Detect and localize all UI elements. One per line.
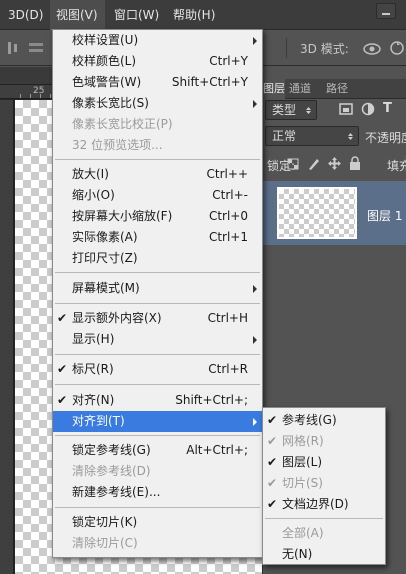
ruler-tick-label: 25: [33, 86, 45, 96]
menu-item-lock-slices[interactable]: 锁定切片(K): [53, 512, 262, 533]
checkmark-icon: ✔: [267, 413, 278, 427]
filter-pixel-icon[interactable]: [339, 102, 353, 116]
menu-separator: [55, 435, 260, 436]
menu-item-print-size[interactable]: 打印尺寸(Z): [53, 248, 262, 269]
menu-item-lock-guides[interactable]: 锁定参考线(G) Alt+Ctrl+;: [53, 440, 262, 461]
submenu-item-none[interactable]: 无(N): [263, 544, 385, 565]
menu-separator: [55, 303, 260, 304]
fill-label: 填充: [387, 159, 406, 173]
checkmark-icon: ✔: [267, 434, 278, 448]
submenu-item-grid: ✔ 网格(R): [263, 431, 385, 452]
tab-channels[interactable]: 通道: [285, 79, 315, 99]
layer-filter-select[interactable]: 类型: [265, 100, 317, 120]
menu-item-new-guide[interactable]: 新建参考线(E)...: [53, 482, 262, 503]
menu-separator: [265, 518, 383, 519]
tab-paths[interactable]: 路径: [319, 79, 355, 99]
menu-item-zoom-out[interactable]: 缩小(O) Ctrl+-: [53, 185, 262, 206]
opacity-label: 不透明度: [365, 131, 406, 145]
menu-item-proof-colors[interactable]: 校样颜色(L) Ctrl+Y: [53, 51, 262, 72]
submenu-item-guides[interactable]: ✔ 参考线(G): [263, 410, 385, 431]
menu-bar: 3D(D) 视图(V) 窗口(W) 帮助(H): [0, 0, 406, 30]
menu-item-clear-slices: 清除切片(C): [72, 536, 138, 550]
lock-brush-icon[interactable]: [307, 157, 321, 171]
options-divider: [286, 38, 287, 58]
blend-mode-select[interactable]: 正常: [265, 126, 359, 146]
vertical-ruler[interactable]: [0, 100, 14, 574]
menu-item-fit-on-screen[interactable]: 按屏幕大小缩放(F) Ctrl+0: [53, 206, 262, 227]
checkmark-icon: ✔: [57, 311, 68, 325]
menu-item-actual-pixels[interactable]: 实际像素(A) Ctrl+1: [53, 227, 262, 248]
menu-item-snap[interactable]: ✔ 对齐(N) Shift+Ctrl+;: [53, 390, 262, 411]
menu-item-clear-guides: 清除参考线(D): [72, 464, 151, 478]
menu-item-rulers[interactable]: ✔ 标尺(R) Ctrl+R: [53, 359, 262, 380]
submenu-item-slices: ✔ 切片(S): [263, 473, 385, 494]
checkmark-icon: ✔: [267, 497, 278, 511]
3d-orbit-icon[interactable]: [362, 39, 382, 57]
submenu-arrow-icon: [253, 336, 257, 344]
checkmark-icon: ✔: [267, 455, 278, 469]
view-menu: 校样设置(U) 校样颜色(L) Ctrl+Y 色域警告(W) Shift+Ctrl+…: [52, 29, 263, 558]
layer-thumbnail: [277, 187, 357, 239]
menu-item-gamut-warning[interactable]: 色域警告(W) Shift+Ctrl+Y: [53, 72, 262, 93]
checkmark-icon: ✔: [57, 362, 68, 376]
lock-transparent-icon[interactable]: [287, 158, 299, 170]
snap-to-submenu: ✔ 参考线(G) ✔ 网格(R) ✔ 图层(L) ✔ 切片(S) ✔ 文档边界(D) 全部…: [262, 407, 386, 565]
submenu-item-layers[interactable]: ✔ 图层(L): [263, 452, 385, 473]
panel-tabs: 图层 通道 路径: [263, 79, 406, 99]
3d-rotate-icon[interactable]: [388, 39, 406, 57]
menu-item-show[interactable]: 显示(H): [53, 329, 262, 350]
menu-item-pixel-aspect-ratio[interactable]: 像素长宽比(S): [53, 93, 262, 114]
submenu-arrow-icon: [253, 285, 257, 293]
menu-item-show-extras[interactable]: ✔ 显示额外内容(X) Ctrl+H: [53, 308, 262, 329]
submenu-item-document-bounds[interactable]: ✔ 文档边界(D): [263, 494, 385, 515]
menu-separator: [55, 159, 260, 160]
menu-separator: [55, 384, 260, 385]
menu-view[interactable]: 视图(V): [50, 0, 105, 30]
lock-all-icon[interactable]: [349, 156, 361, 171]
tab-layers[interactable]: 图层: [263, 79, 285, 99]
layer-name[interactable]: 图层 1: [367, 207, 402, 224]
filter-adjustment-icon[interactable]: [361, 102, 375, 116]
menu-separator: [55, 354, 260, 355]
blend-mode-value: 正常: [272, 129, 297, 143]
menu-item-32bit-preview: 32 位预览选项...: [72, 138, 163, 152]
submenu-item-all: 全部(A): [282, 526, 324, 540]
menu-3d[interactable]: 3D(D): [8, 0, 43, 30]
filter-type-icon[interactable]: T: [383, 101, 392, 116]
submenu-arrow-icon: [253, 100, 257, 108]
align-icon[interactable]: [6, 40, 20, 56]
checkmark-icon: ✔: [57, 393, 68, 407]
chevron-updown-icon: [306, 107, 311, 114]
minimize-icon: [382, 13, 390, 15]
3d-mode-label: 3D 模式:: [300, 42, 349, 56]
layer-filter-value: 类型: [272, 103, 297, 117]
menu-window[interactable]: 窗口(W): [114, 0, 159, 30]
menu-item-screen-mode[interactable]: 屏幕模式(M): [53, 278, 262, 299]
submenu-arrow-icon: [253, 37, 257, 45]
layer-row[interactable]: 图层 1: [263, 181, 406, 245]
menu-item-snap-to[interactable]: 对齐到(T): [53, 411, 262, 432]
menu-item-zoom-in[interactable]: 放大(I) Ctrl++: [53, 164, 262, 185]
checkmark-icon: ✔: [267, 476, 278, 490]
menu-separator: [55, 272, 260, 273]
menu-separator: [55, 507, 260, 508]
chevron-updown-icon: [348, 133, 353, 140]
minimize-button[interactable]: [376, 3, 396, 19]
distribute-icon[interactable]: [28, 40, 44, 56]
submenu-arrow-icon: [253, 418, 257, 426]
menu-item-pixel-aspect-correction: 像素长宽比校正(P): [72, 117, 173, 131]
lock-move-icon[interactable]: [327, 156, 342, 171]
menu-item-proof-setup[interactable]: 校样设置(U): [53, 30, 262, 51]
menu-help[interactable]: 帮助(H): [173, 0, 215, 30]
